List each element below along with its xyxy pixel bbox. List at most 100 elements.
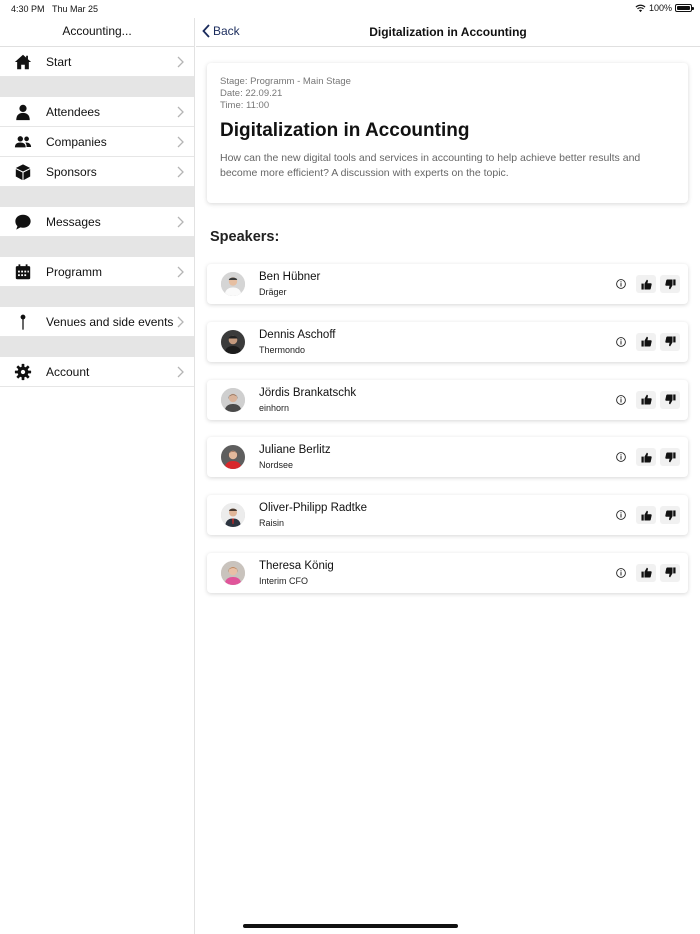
thumbs-up-icon <box>640 279 652 290</box>
speaker-company: Dräger <box>259 287 287 297</box>
thumbs-down-icon <box>664 278 676 289</box>
speaker-name: Oliver-Philipp Radtke <box>259 502 368 515</box>
status-date: Thu Mar 25 <box>52 4 99 14</box>
avatar <box>221 272 245 296</box>
speaker-company: Thermondo <box>259 344 306 355</box>
speaker-company: Raisin <box>259 518 285 529</box>
thumbs-down-button[interactable] <box>660 332 680 351</box>
speaker-name: Ben Hübner <box>259 271 321 283</box>
info-icon[interactable] <box>616 452 626 463</box>
chat-icon <box>15 214 31 230</box>
thumbs-up-button[interactable] <box>636 390 656 409</box>
thumbs-up-icon <box>640 568 652 579</box>
speaker-company: Nordsee <box>259 460 294 471</box>
info-icon[interactable] <box>616 279 626 289</box>
sidebar-item-companies[interactable]: Companies <box>0 127 194 157</box>
calendar-icon <box>15 264 31 280</box>
session-stage: Stage: Programm - Main Stage <box>220 76 351 87</box>
thumbs-up-icon <box>640 337 652 347</box>
speaker-name: Dennis Aschoff <box>259 328 336 341</box>
sidebar: Accounting... Start Attendees Companies <box>0 18 195 934</box>
sidebar-item-messages[interactable]: Messages <box>0 207 194 237</box>
pin-icon <box>20 314 26 330</box>
chevron-right-icon <box>177 316 184 328</box>
thumbs-down-button[interactable] <box>660 275 680 293</box>
session-title: Digitalization in Accounting <box>220 120 470 141</box>
person-icon <box>16 104 30 121</box>
section-divider <box>0 337 194 357</box>
session-description: How can the new digital tools and servic… <box>220 152 641 179</box>
speaker-name: Theresa König <box>259 559 334 572</box>
battery-percent: 100% <box>648 3 672 13</box>
status-bar: 4:30 PM Thu Mar 25 100% <box>0 0 700 18</box>
avatar <box>221 329 245 354</box>
speaker-company: einhorn <box>259 402 290 413</box>
sidebar-item-label: Venues and side events <box>46 315 174 329</box>
speaker-name: Juliane Berlitz <box>259 444 331 457</box>
info-icon[interactable] <box>616 336 626 347</box>
speaker-name: Jördis Brankatschk <box>259 386 357 399</box>
section-divider <box>0 187 194 207</box>
session-card: Stage: Programm - Main Stage Date: 22.09… <box>207 63 688 203</box>
avatar <box>221 445 245 470</box>
chevron-right-icon <box>177 136 184 148</box>
thumbs-down-icon <box>664 510 676 520</box>
speaker-row[interactable]: Dennis Aschoff Thermondo <box>207 321 688 362</box>
thumbs-down-icon <box>664 452 676 463</box>
thumbs-up-button[interactable] <box>636 275 656 293</box>
sidebar-item-sponsors[interactable]: Sponsors <box>0 157 194 187</box>
chevron-right-icon <box>177 266 184 278</box>
people-icon <box>14 136 32 148</box>
cube-icon <box>15 164 31 181</box>
chevron-right-icon <box>177 106 184 118</box>
status-indicators: 100% <box>635 3 694 13</box>
speaker-list: Ben Hübner Dräger Dennis Aschoff Thermon… <box>207 264 688 611</box>
session-date: Date: 22.09.21 <box>220 88 283 99</box>
sidebar-item-programm[interactable]: Programm <box>0 257 194 287</box>
speaker-row[interactable]: Oliver-Philipp Radtke Raisin <box>207 495 688 536</box>
info-icon[interactable] <box>616 510 626 521</box>
thumbs-down-button[interactable] <box>660 448 680 467</box>
sidebar-item-label: Sponsors <box>46 165 97 179</box>
wifi-icon <box>635 4 646 12</box>
speaker-row[interactable]: Ben Hübner Dräger <box>207 264 688 304</box>
chevron-right-icon <box>177 56 184 68</box>
thumbs-down-button[interactable] <box>660 563 680 582</box>
sidebar-item-label: Messages <box>46 215 101 229</box>
thumbs-down-icon <box>664 336 676 347</box>
session-time: Time: 11:00 <box>220 100 270 111</box>
info-icon[interactable] <box>616 394 626 405</box>
thumbs-up-button[interactable] <box>636 448 656 467</box>
home-indicator[interactable] <box>243 924 458 928</box>
avatar <box>221 387 245 412</box>
speaker-row[interactable]: Juliane Berlitz Nordsee <box>207 437 688 478</box>
speaker-row[interactable]: Theresa König Interim CFO <box>207 552 688 593</box>
thumbs-up-icon <box>640 394 652 405</box>
sidebar-title: Accounting... <box>0 18 194 47</box>
sidebar-item-account[interactable]: Account <box>0 357 194 387</box>
thumbs-up-button[interactable] <box>636 563 656 582</box>
section-divider <box>0 287 194 307</box>
avatar <box>221 503 245 528</box>
section-divider <box>0 77 194 97</box>
avatar <box>221 560 245 585</box>
sidebar-item-label: Account <box>46 365 90 379</box>
home-icon <box>14 54 32 70</box>
sidebar-item-venues[interactable]: Venues and side events <box>0 307 194 337</box>
sidebar-item-label: Attendees <box>46 105 101 119</box>
sidebar-item-attendees[interactable]: Attendees <box>0 97 194 127</box>
sidebar-item-start[interactable]: Start <box>0 47 194 77</box>
speakers-heading: Speakers: <box>210 229 280 245</box>
gear-icon <box>14 363 32 381</box>
info-icon[interactable] <box>616 568 626 578</box>
thumbs-up-button[interactable] <box>636 332 656 351</box>
thumbs-up-button[interactable] <box>636 506 656 525</box>
thumbs-down-button[interactable] <box>660 390 680 409</box>
speaker-row[interactable]: Jördis Brankatschk einhorn <box>207 379 688 420</box>
speaker-company: Interim CFO <box>259 575 309 586</box>
section-divider <box>0 237 194 257</box>
thumbs-down-button[interactable] <box>660 506 680 525</box>
thumbs-down-icon <box>664 394 676 405</box>
sidebar-item-label: Start <box>46 55 72 69</box>
sidebar-item-label: Programm <box>46 265 103 279</box>
